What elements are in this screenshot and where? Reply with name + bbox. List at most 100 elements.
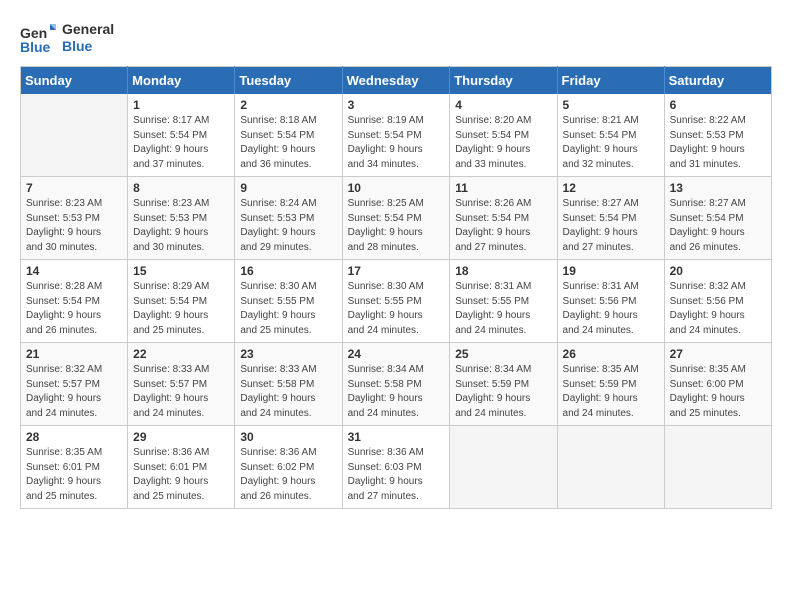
day-info: Sunrise: 8:31 AM Sunset: 5:56 PM Dayligh… [563,280,659,338]
day-info: Sunrise: 8:27 AM Sunset: 5:54 PM Dayligh… [670,197,766,255]
calendar-cell: 22Sunrise: 8:33 AM Sunset: 5:57 PM Dayli… [128,343,235,426]
day-info: Sunrise: 8:17 AM Sunset: 5:54 PM Dayligh… [133,114,229,172]
day-info: Sunrise: 8:25 AM Sunset: 5:54 PM Dayligh… [348,197,445,255]
day-number: 20 [670,264,766,278]
calendar-cell [664,426,771,509]
day-info: Sunrise: 8:32 AM Sunset: 5:56 PM Dayligh… [670,280,766,338]
day-number: 6 [670,98,766,112]
weekday-header-tuesday: Tuesday [235,67,342,95]
day-number: 31 [348,430,445,444]
day-number: 12 [563,181,659,195]
day-number: 14 [26,264,122,278]
day-info: Sunrise: 8:18 AM Sunset: 5:54 PM Dayligh… [240,114,336,172]
calendar-cell: 7Sunrise: 8:23 AM Sunset: 5:53 PM Daylig… [21,177,128,260]
day-number: 17 [348,264,445,278]
logo: Gen Blue General Blue [20,20,114,56]
day-number: 21 [26,347,122,361]
day-number: 29 [133,430,229,444]
day-info: Sunrise: 8:23 AM Sunset: 5:53 PM Dayligh… [26,197,122,255]
day-number: 15 [133,264,229,278]
calendar-cell: 18 Sunrise: 8:31 AM Sunset: 5:55 PM Dayli… [450,260,557,343]
day-info: Sunrise: 8:36 AM Sunset: 6:02 PM Dayligh… [240,446,336,504]
calendar-cell: 2 Sunrise: 8:18 AM Sunset: 5:54 PM Daylig… [235,94,342,177]
day-number: 11 [455,181,551,195]
day-number: 25 [455,347,551,361]
weekday-header-row: SundayMondayTuesdayWednesdayThursdayFrid… [21,67,772,95]
day-number: 24 [348,347,445,361]
calendar-cell: 27 Sunrise: 8:35 AM Sunset: 6:00 PM Dayli… [664,343,771,426]
day-info: Sunrise: 8:28 AM Sunset: 5:54 PM Dayligh… [26,280,122,338]
day-number: 4 [455,98,551,112]
day-info: Sunrise: 8:31 AM Sunset: 5:55 PM Dayligh… [455,280,551,338]
calendar-cell: 17 Sunrise: 8:30 AM Sunset: 5:55 PM Dayli… [342,260,450,343]
day-info: Sunrise: 8:30 AM Sunset: 5:55 PM Dayligh… [348,280,445,338]
day-info: Sunrise: 8:36 AM Sunset: 6:03 PM Dayligh… [348,446,445,504]
day-number: 18 [455,264,551,278]
day-number: 8 [133,181,229,195]
logo-text-line1: General [62,21,114,38]
weekday-header-thursday: Thursday [450,67,557,95]
calendar-week-row: 1 Sunrise: 8:17 AM Sunset: 5:54 PM Daylig… [21,94,772,177]
day-number: 30 [240,430,336,444]
day-number: 22 [133,347,229,361]
calendar-cell: 3 Sunrise: 8:19 AM Sunset: 5:54 PM Daylig… [342,94,450,177]
day-number: 16 [240,264,336,278]
calendar-cell: 23 Sunrise: 8:33 AM Sunset: 5:58 PM Dayli… [235,343,342,426]
day-number: 23 [240,347,336,361]
calendar-cell: 12 Sunrise: 8:27 AM Sunset: 5:54 PM Dayli… [557,177,664,260]
calendar-cell: 1 Sunrise: 8:17 AM Sunset: 5:54 PM Daylig… [128,94,235,177]
calendar-cell: 15Sunrise: 8:29 AM Sunset: 5:54 PM Dayli… [128,260,235,343]
calendar-cell: 5Sunrise: 8:21 AM Sunset: 5:54 PM Daylig… [557,94,664,177]
day-info: Sunrise: 8:35 AM Sunset: 6:01 PM Dayligh… [26,446,122,504]
day-info: Sunrise: 8:35 AM Sunset: 6:00 PM Dayligh… [670,363,766,421]
calendar-cell: 6Sunrise: 8:22 AM Sunset: 5:53 PM Daylig… [664,94,771,177]
day-number: 26 [563,347,659,361]
calendar-cell: 30 Sunrise: 8:36 AM Sunset: 6:02 PM Dayli… [235,426,342,509]
day-number: 27 [670,347,766,361]
calendar-cell: 9Sunrise: 8:24 AM Sunset: 5:53 PM Daylig… [235,177,342,260]
day-number: 10 [348,181,445,195]
day-number: 1 [133,98,229,112]
calendar-cell: 20 Sunrise: 8:32 AM Sunset: 5:56 PM Dayli… [664,260,771,343]
calendar-week-row: 14 Sunrise: 8:28 AM Sunset: 5:54 PM Dayli… [21,260,772,343]
day-info: Sunrise: 8:33 AM Sunset: 5:58 PM Dayligh… [240,363,336,421]
calendar-cell: 31 Sunrise: 8:36 AM Sunset: 6:03 PM Dayli… [342,426,450,509]
day-info: Sunrise: 8:19 AM Sunset: 5:54 PM Dayligh… [348,114,445,172]
day-number: 3 [348,98,445,112]
svg-text:Blue: Blue [20,39,51,55]
weekday-header-monday: Monday [128,67,235,95]
day-number: 5 [563,98,659,112]
calendar-table: SundayMondayTuesdayWednesdayThursdayFrid… [20,66,772,509]
day-number: 2 [240,98,336,112]
calendar-cell [21,94,128,177]
weekday-header-wednesday: Wednesday [342,67,450,95]
calendar-week-row: 21 Sunrise: 8:32 AM Sunset: 5:57 PM Dayli… [21,343,772,426]
logo-text-line2: Blue [62,38,114,55]
day-info: Sunrise: 8:23 AM Sunset: 5:53 PM Dayligh… [133,197,229,255]
calendar-cell: 11 Sunrise: 8:26 AM Sunset: 5:54 PM Dayli… [450,177,557,260]
day-info: Sunrise: 8:32 AM Sunset: 5:57 PM Dayligh… [26,363,122,421]
calendar-cell: 8 Sunrise: 8:23 AM Sunset: 5:53 PM Daylig… [128,177,235,260]
day-info: Sunrise: 8:24 AM Sunset: 5:53 PM Dayligh… [240,197,336,255]
calendar-cell: 10 Sunrise: 8:25 AM Sunset: 5:54 PM Dayli… [342,177,450,260]
calendar-cell: 25 Sunrise: 8:34 AM Sunset: 5:59 PM Dayli… [450,343,557,426]
day-info: Sunrise: 8:26 AM Sunset: 5:54 PM Dayligh… [455,197,551,255]
weekday-header-saturday: Saturday [664,67,771,95]
calendar-cell [557,426,664,509]
weekday-header-sunday: Sunday [21,67,128,95]
day-info: Sunrise: 8:34 AM Sunset: 5:59 PM Dayligh… [455,363,551,421]
day-info: Sunrise: 8:34 AM Sunset: 5:58 PM Dayligh… [348,363,445,421]
calendar-cell [450,426,557,509]
calendar-cell: 26 Sunrise: 8:35 AM Sunset: 5:59 PM Dayli… [557,343,664,426]
day-info: Sunrise: 8:20 AM Sunset: 5:54 PM Dayligh… [455,114,551,172]
day-info: Sunrise: 8:27 AM Sunset: 5:54 PM Dayligh… [563,197,659,255]
day-number: 13 [670,181,766,195]
calendar-week-row: 7Sunrise: 8:23 AM Sunset: 5:53 PM Daylig… [21,177,772,260]
calendar-cell: 4 Sunrise: 8:20 AM Sunset: 5:54 PM Daylig… [450,94,557,177]
day-info: Sunrise: 8:35 AM Sunset: 5:59 PM Dayligh… [563,363,659,421]
day-info: Sunrise: 8:30 AM Sunset: 5:55 PM Dayligh… [240,280,336,338]
calendar-cell: 19Sunrise: 8:31 AM Sunset: 5:56 PM Dayli… [557,260,664,343]
day-number: 28 [26,430,122,444]
weekday-header-friday: Friday [557,67,664,95]
calendar-cell: 24 Sunrise: 8:34 AM Sunset: 5:58 PM Dayli… [342,343,450,426]
